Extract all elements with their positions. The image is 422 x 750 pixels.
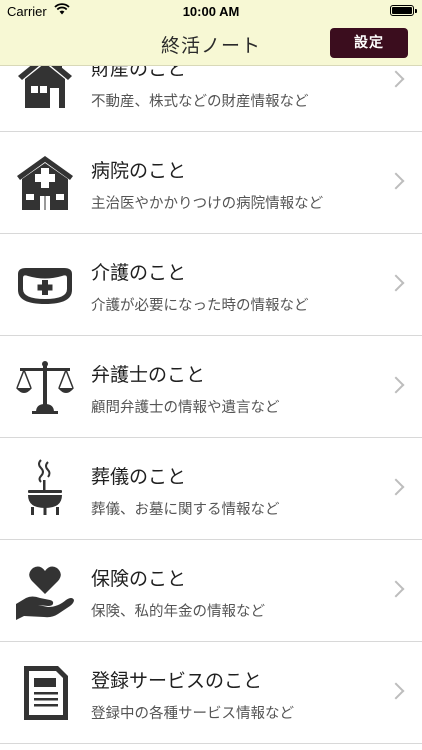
list-item-hospital[interactable]: 病院のこと 主治医やかかりつけの病院情報など [0,132,422,234]
item-subtitle: 介護が必要になった時の情報など [91,298,309,314]
item-title: 保険のこと [91,568,187,590]
chevron-right-icon [387,70,405,88]
list-item-care[interactable]: 介護のこと 介護が必要になった時の情報など [0,234,422,336]
item-subtitle: 保険、私的年金の情報など [91,604,265,620]
list-item-assets[interactable]: 財産のこと 不動産、株式などの財産情報など [0,66,422,132]
navigation-bar: 終活ノート 設定 [0,22,422,66]
item-subtitle: 不動産、株式などの財産情報など [91,94,309,110]
status-bar: Carrier 10:00 AM [0,0,422,22]
item-subtitle: 主治医やかかりつけの病院情報など [91,196,324,212]
chevron-right-icon [387,376,405,394]
list-item-funeral[interactable]: 葬儀のこと 葬儀、お墓に関する情報など [0,438,422,540]
item-title: 葬儀のこと [91,466,187,488]
chevron-right-icon [387,274,405,292]
list-item-lawyer[interactable]: 弁護士のこと 顧問弁護士の情報や遺言など [0,336,422,438]
list-item-services[interactable]: 登録サービスのこと 登録中の各種サービス情報など [0,642,422,744]
chevron-right-icon [387,172,405,190]
chevron-right-icon [387,580,405,598]
nurse-cap-icon [14,254,76,316]
topic-list[interactable]: 財産のこと 不動産、株式などの財産情報など 病院のこと 主治医やかかりつけの病院… [0,66,422,750]
item-title: 弁護士のこと [91,364,206,386]
heart-hand-icon [14,560,76,622]
item-subtitle: 登録中の各種サービス情報など [91,706,294,722]
document-icon [14,662,76,724]
chevron-right-icon [387,682,405,700]
house-icon [14,66,76,112]
scales-icon [14,356,76,418]
settings-button[interactable]: 設定 [330,28,408,58]
battery-icon [390,5,417,16]
item-subtitle: 葬儀、お墓に関する情報など [91,502,280,518]
list-item-insurance[interactable]: 保険のこと 保険、私的年金の情報など [0,540,422,642]
item-title: 介護のこと [91,262,187,284]
item-title: 病院のこと [91,160,187,182]
chevron-right-icon [387,478,405,496]
incense-burner-icon [14,458,76,520]
hospital-icon [14,152,76,214]
item-subtitle: 顧問弁護士の情報や遺言など [91,400,280,416]
item-title: 登録サービスのこと [91,670,263,692]
item-title: 財産のこと [91,66,187,80]
status-time: 10:00 AM [182,4,240,19]
